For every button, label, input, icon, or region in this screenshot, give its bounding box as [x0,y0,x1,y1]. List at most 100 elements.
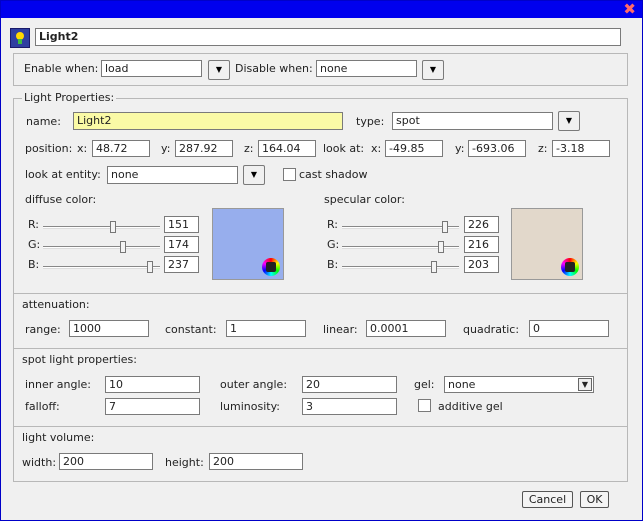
quadratic-label: quadratic: [463,323,520,336]
volume-height-input[interactable]: 200 [209,453,303,470]
look-at-y-input[interactable]: -693.06 [468,140,526,157]
look-at-x-input[interactable]: -49.85 [385,140,443,157]
additive-gel-label: additive gel [438,400,503,413]
cancel-button[interactable]: Cancel [522,491,573,508]
light-bulb-icon [10,28,30,48]
diffuse-r-slider-thumb[interactable] [110,221,116,233]
specular-b-label: B: [327,258,339,271]
specular-g-input[interactable]: 216 [464,236,499,253]
diffuse-b-slider[interactable] [43,266,160,269]
look-at-y-label: y: [455,142,465,155]
inner-angle-label: inner angle: [25,378,92,391]
color-wheel-icon[interactable] [561,258,579,276]
position-x-label: x: [77,142,88,155]
position-z-label: z: [244,142,254,155]
disable-when-dropdown-button[interactable]: ▼ [422,60,444,80]
color-wheel-icon[interactable] [262,258,280,276]
close-icon[interactable]: ✖ [623,0,636,18]
cast-shadow-checkbox[interactable] [283,168,296,181]
height-label: height: [165,456,204,469]
quadratic-input[interactable]: 0 [529,320,609,337]
specular-g-slider-thumb[interactable] [438,241,444,253]
enable-when-dropdown-button[interactable]: ▼ [208,60,230,80]
inner-angle-input[interactable]: 10 [105,376,200,393]
diffuse-r-slider[interactable] [43,226,160,229]
chevron-down-icon: ▼ [565,116,573,125]
diffuse-g-slider[interactable] [43,246,160,249]
look-at-z-label: z: [538,142,548,155]
outer-angle-input[interactable]: 20 [302,376,397,393]
linear-input[interactable]: 0.0001 [366,320,446,337]
look-at-z-input[interactable]: -3.18 [552,140,610,157]
type-field[interactable]: spot [392,112,553,130]
diffuse-color-label: diffuse color: [25,193,97,206]
luminosity-label: luminosity: [220,400,281,413]
attenuation-separator [14,293,627,294]
range-input[interactable]: 1000 [69,320,149,337]
look-at-x-label: x: [371,142,382,155]
spot-properties-title: spot light properties: [22,353,137,366]
width-label: width: [22,456,57,469]
diffuse-r-label: R: [28,218,40,231]
light-properties-dialog: ✖ Light2 Enable when: load ▼ Disable whe… [0,0,643,521]
type-label: type: [356,115,385,128]
look-at-entity-label: look at entity: [25,168,101,181]
volume-separator [14,426,627,427]
diffuse-g-slider-thumb[interactable] [120,241,126,253]
position-x-input[interactable]: 48.72 [92,140,150,157]
position-label: position: [25,142,73,155]
constant-input[interactable]: 1 [226,320,306,337]
diffuse-b-input[interactable]: 237 [164,256,199,273]
light-name-header-field[interactable]: Light2 [35,28,621,46]
position-y-label: y: [161,142,171,155]
disable-when-label: Disable when: [235,62,313,75]
specular-color-label: specular color: [324,193,405,206]
name-label: name: [26,115,61,128]
chevron-down-icon: ▼ [429,65,437,74]
specular-b-slider[interactable] [342,266,459,269]
look-at-entity-field[interactable]: none [107,166,238,184]
light-volume-title: light volume: [22,431,95,444]
title-bar[interactable]: ✖ [1,0,642,18]
specular-g-label: G: [327,238,340,251]
specular-b-slider-thumb[interactable] [431,261,437,273]
specular-r-label: R: [327,218,339,231]
luminosity-input[interactable]: 3 [302,398,397,415]
look-at-label: look at: [323,142,365,155]
gel-value: none [448,378,476,391]
enable-when-field[interactable]: load [101,60,202,77]
diffuse-b-label: B: [28,258,40,271]
ok-button[interactable]: OK [580,491,609,508]
gel-label: gel: [414,378,435,391]
constant-label: constant: [165,323,217,336]
diffuse-g-label: G: [28,238,41,251]
diffuse-r-input[interactable]: 151 [164,216,199,233]
cast-shadow-label: cast shadow [299,168,368,181]
diffuse-b-slider-thumb[interactable] [147,261,153,273]
chevron-down-icon[interactable]: ▼ [578,378,592,391]
additive-gel-checkbox[interactable] [418,399,431,412]
specular-r-slider-thumb[interactable] [442,221,448,233]
position-z-input[interactable]: 164.04 [258,140,316,157]
gel-select[interactable]: none ▼ [444,376,594,393]
type-dropdown-button[interactable]: ▼ [558,111,580,131]
light-properties-legend: Light Properties: [22,91,117,105]
falloff-input[interactable]: 7 [105,398,200,415]
chevron-down-icon: ▼ [250,170,258,179]
volume-width-input[interactable]: 200 [59,453,153,470]
linear-label: linear: [323,323,358,336]
diffuse-g-input[interactable]: 174 [164,236,199,253]
look-at-entity-dropdown-button[interactable]: ▼ [243,165,265,185]
name-input[interactable]: Light2 [73,112,343,130]
specular-r-input[interactable]: 226 [464,216,499,233]
position-y-input[interactable]: 287.92 [175,140,233,157]
spot-separator [14,348,627,349]
specular-b-input[interactable]: 203 [464,256,499,273]
diffuse-color-swatch[interactable] [212,208,284,280]
falloff-label: falloff: [25,400,60,413]
enable-when-label: Enable when: [24,62,99,75]
specular-color-swatch[interactable] [511,208,583,280]
outer-angle-label: outer angle: [220,378,288,391]
attenuation-title: attenuation: [22,298,90,311]
disable-when-field[interactable]: none [316,60,417,77]
